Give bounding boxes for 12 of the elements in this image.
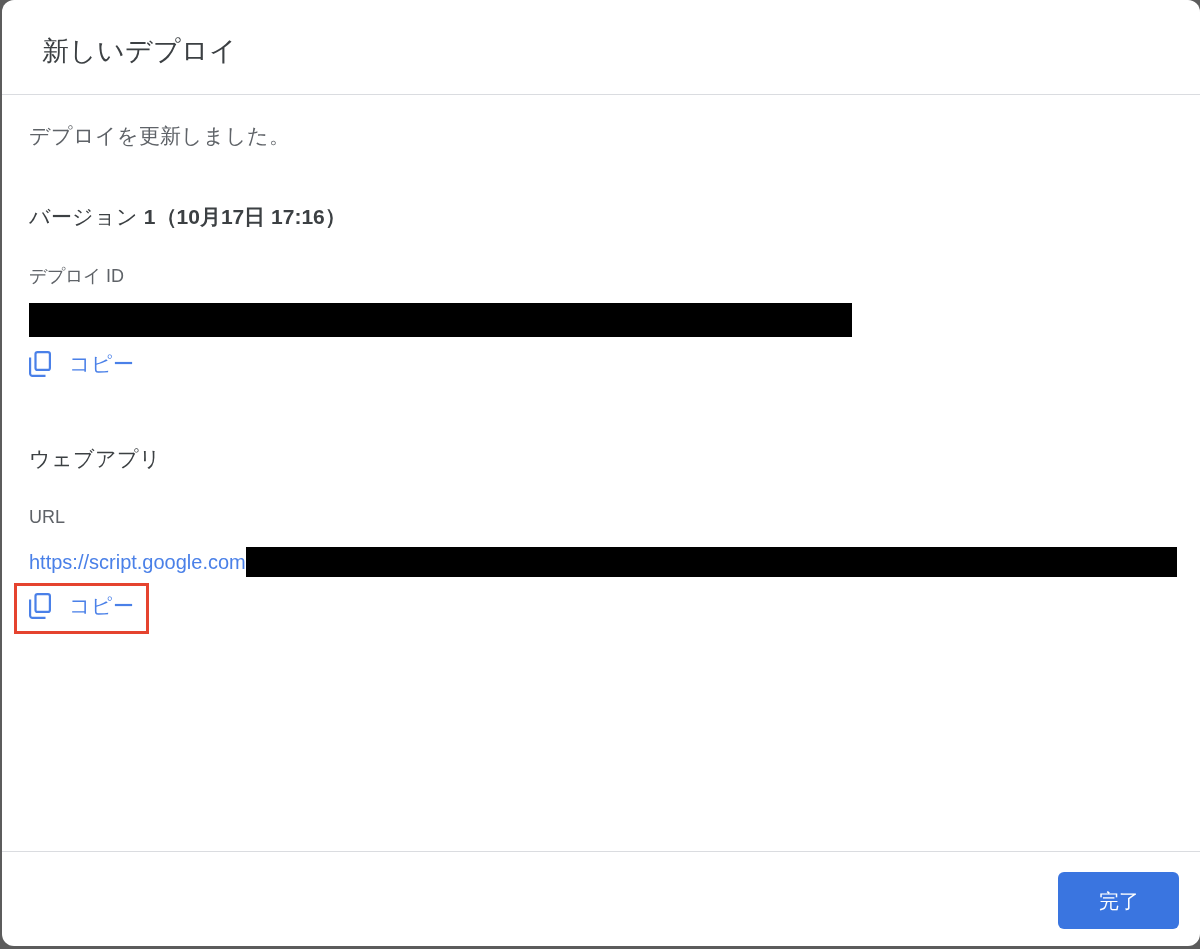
url-link[interactable]: https://script.google.com: [29, 547, 246, 577]
copy-button[interactable]: コピー: [29, 350, 134, 378]
url-label: URL: [29, 506, 65, 529]
section-heading: ウェブアプリ: [29, 446, 161, 472]
deploy-id-label: デプロイ ID: [29, 265, 124, 288]
copy-icon: [29, 351, 51, 377]
dialog-title: 新しいデプロイ: [42, 35, 237, 68]
status-message: デプロイを更新しました。: [29, 123, 290, 149]
version-text: バージョン 1（10月17日 17:16）: [29, 204, 346, 230]
copy-button[interactable]: コピー: [29, 592, 134, 620]
done-button[interactable]: 完了: [1058, 872, 1179, 929]
copy-icon: [29, 593, 51, 619]
